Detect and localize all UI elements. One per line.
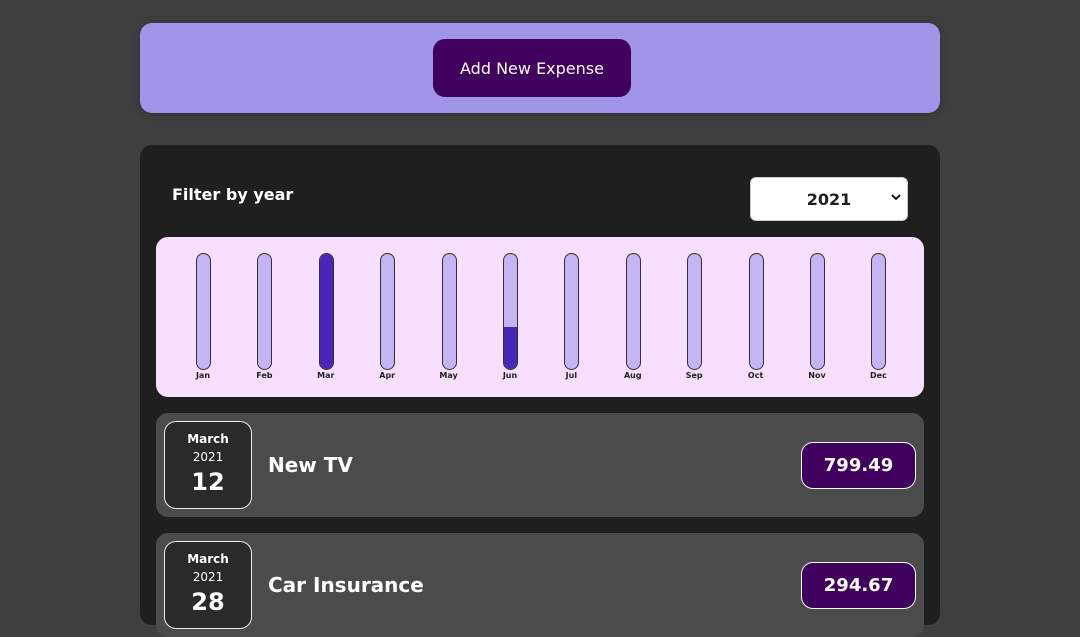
chart-bar-jul: Jul bbox=[556, 237, 586, 397]
chart-bar-label: Apr bbox=[379, 371, 396, 380]
chart-bar-track bbox=[810, 253, 825, 370]
chart-bar-dec: Dec bbox=[863, 237, 893, 397]
expense-date-day: 12 bbox=[191, 468, 225, 496]
add-new-expense-button[interactable]: Add New Expense bbox=[433, 39, 631, 97]
expense-date-year: 2021 bbox=[192, 450, 224, 464]
chart-bar-label: Jun bbox=[502, 371, 518, 380]
new-expense-panel: Add New Expense bbox=[140, 23, 940, 113]
chart-bar-track bbox=[257, 253, 273, 370]
expense-amount: 799.49 bbox=[801, 442, 916, 489]
chart-bar-label: Jan bbox=[195, 371, 211, 380]
chart-bar-oct: Oct bbox=[741, 237, 771, 397]
chart-bar-label: May bbox=[439, 371, 458, 380]
chart-bar-feb: Feb bbox=[249, 237, 279, 397]
expense-date-month: March bbox=[187, 552, 229, 566]
chart-bar-label: Dec bbox=[869, 371, 887, 380]
chart-bar-track bbox=[564, 253, 580, 370]
expense-date: March 2021 28 bbox=[164, 541, 252, 629]
chart-bar-track bbox=[687, 253, 703, 370]
expense-date-day: 28 bbox=[191, 588, 225, 616]
expense-date-year: 2021 bbox=[192, 570, 224, 584]
chart-bar-track bbox=[871, 253, 887, 370]
expense-date: March 2021 12 bbox=[164, 421, 252, 509]
chart-bar-jun: Jun bbox=[495, 237, 525, 397]
chart-bar-track bbox=[380, 253, 396, 370]
chart-bar-jan: Jan bbox=[188, 237, 218, 397]
chart-bar-label: Mar bbox=[317, 371, 335, 380]
chart-bar-label: Jul bbox=[565, 371, 578, 380]
filter-by-year-label: Filter by year bbox=[172, 185, 294, 204]
expense-item[interactable]: March 2021 12 New TV 799.49 bbox=[156, 413, 924, 517]
chart-bar-track bbox=[441, 253, 457, 370]
chart-bar-may: May bbox=[434, 237, 464, 397]
chart-bar-label: Aug bbox=[623, 371, 642, 380]
expense-item[interactable]: March 2021 28 Car Insurance 294.67 bbox=[156, 533, 924, 637]
chart-bar-fill bbox=[319, 254, 333, 369]
chart-bar-track bbox=[503, 253, 518, 370]
expense-amount: 294.67 bbox=[801, 562, 916, 609]
chart-bar-fill bbox=[504, 326, 517, 369]
chart-bar-nov: Nov bbox=[802, 237, 832, 397]
chart-bar-label: Nov bbox=[808, 371, 826, 380]
expense-title: New TV bbox=[268, 453, 353, 477]
year-select[interactable]: 2021 bbox=[750, 177, 908, 221]
chevron-down-icon bbox=[891, 194, 901, 201]
expenses-card: Filter by year 2021 Jan Feb Mar Apr May Jun Ju… bbox=[140, 145, 940, 637]
chart-bar-aug: Aug bbox=[618, 237, 648, 397]
chart-bar-sep: Sep bbox=[679, 237, 709, 397]
chart-bar-track bbox=[196, 253, 211, 370]
expense-date-month: March bbox=[187, 432, 229, 446]
chart-bar-label: Sep bbox=[685, 371, 703, 380]
expense-title: Car Insurance bbox=[268, 573, 424, 597]
chart-bar-apr: Apr bbox=[372, 237, 402, 397]
chart-bar-track bbox=[748, 253, 764, 370]
chart-bar-track bbox=[625, 253, 641, 370]
selected-year: 2021 bbox=[806, 189, 852, 209]
chart-bar-label: Feb bbox=[256, 371, 273, 380]
chart-bar-track bbox=[318, 253, 334, 370]
chart-bar-mar: Mar bbox=[311, 237, 341, 397]
chart-bar-label: Oct bbox=[747, 371, 764, 380]
expenses-chart: Jan Feb Mar Apr May Jun Jul Aug Sep Oct Nov Dec bbox=[156, 237, 924, 397]
